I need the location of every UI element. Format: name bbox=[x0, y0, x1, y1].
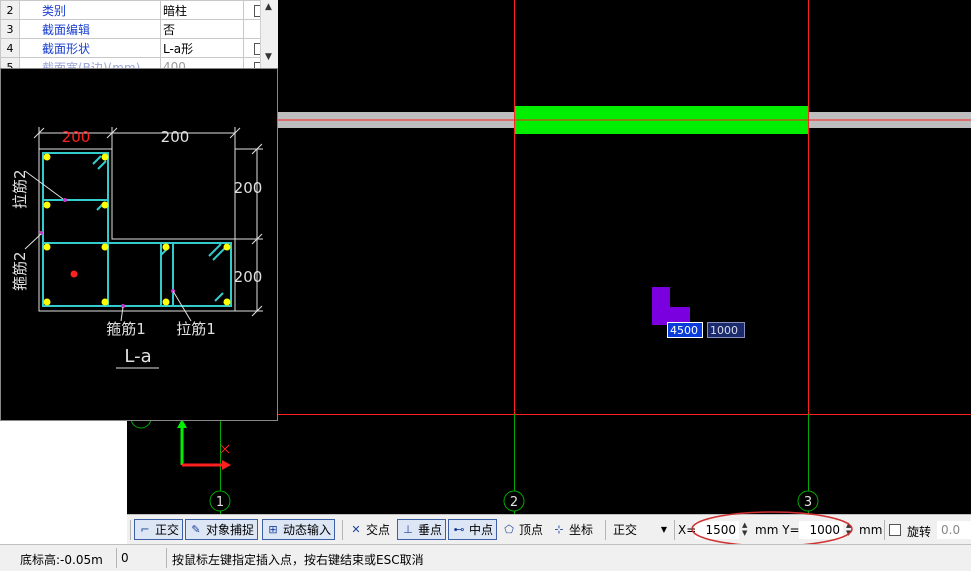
row-number: 5 bbox=[0, 57, 20, 68]
perpendicular-snap-button[interactable]: ⊥ 垂点 bbox=[397, 519, 447, 540]
x-label: X= bbox=[678, 523, 697, 537]
property-value[interactable]: 400 bbox=[160, 57, 244, 68]
intersection-snap-button[interactable]: ✕ 交点 bbox=[346, 519, 393, 540]
property-value[interactable]: 暗柱 bbox=[160, 0, 244, 20]
x-spinner[interactable]: ▲ ▼ bbox=[742, 521, 747, 537]
y-spinner[interactable]: ▲ ▼ bbox=[846, 521, 851, 537]
drawing-toolbar: ⌐ 正交 ✎ 对象捕捉 ⊞ 动态输入 ✕ 交点 ⊥ 垂点 ⊷ 中点 ⬠ 顶点 ⊹… bbox=[127, 514, 971, 544]
y-coordinate-input[interactable]: 1000 bbox=[799, 521, 843, 539]
dynamic-input-button[interactable]: ⊞ 动态输入 bbox=[262, 519, 336, 540]
axis-label-2: 2 bbox=[510, 495, 518, 510]
shape-name: L-a bbox=[124, 346, 151, 367]
x-coordinate-input[interactable]: 1500 bbox=[695, 521, 739, 539]
rotate-label: 旋转 bbox=[907, 525, 932, 539]
dynamic-input-y[interactable]: 1000 bbox=[707, 322, 745, 338]
dynamic-input-icon: ⊞ bbox=[268, 522, 278, 536]
ortho-icon: ⌐ bbox=[140, 522, 150, 536]
row-number: 2 bbox=[0, 0, 20, 20]
property-grid-scrollbar[interactable]: ▲ ▼ bbox=[260, 0, 278, 68]
unit-label: mm bbox=[859, 523, 883, 537]
status-value: 0 bbox=[121, 551, 129, 565]
section-drawing: 200 200 200 200 拉筋2 箍筋2 箍筋1 拉筋1 L-a bbox=[11, 127, 263, 369]
coordinate-icon: ⊹ bbox=[554, 522, 564, 536]
status-bar: 底标高:-0.05m 0 按鼠标左键指定插入点，按右键结束或ESC取消 bbox=[0, 544, 971, 571]
scroll-up-icon[interactable]: ▲ bbox=[265, 2, 272, 12]
row-number: 3 bbox=[0, 19, 20, 39]
label-stirrup-bottom: 箍筋1 bbox=[106, 320, 146, 338]
intersection-icon: ✕ bbox=[351, 522, 361, 536]
label-tie-bottom: 拉筋1 bbox=[176, 320, 216, 338]
midpoint-icon: ⊷ bbox=[453, 522, 465, 536]
property-name: 截面形状 bbox=[19, 38, 161, 58]
label-tie-left: 拉筋2 bbox=[11, 169, 29, 209]
dim-top-left: 200 bbox=[62, 128, 91, 146]
scroll-down-icon[interactable]: ▼ bbox=[265, 52, 272, 62]
axis-bubble-1: 1 bbox=[209, 490, 231, 512]
rotate-checkbox[interactable] bbox=[889, 524, 901, 536]
object-snap-button[interactable]: ✎ 对象捕捉 bbox=[185, 519, 259, 540]
section-outline bbox=[38, 148, 236, 312]
section-preview-panel: 200 200 200 200 拉筋2 箍筋2 箍筋1 拉筋1 L-a bbox=[0, 68, 278, 421]
property-row[interactable]: 3 截面编辑 否 bbox=[0, 19, 277, 39]
property-name: 类别 bbox=[19, 0, 161, 20]
label-stirrup-left: 箍筋2 bbox=[11, 251, 29, 291]
floor-elevation: 底标高:-0.05m bbox=[20, 553, 103, 567]
snap-icon: ✎ bbox=[191, 522, 201, 536]
property-value[interactable]: L-a形 bbox=[160, 38, 244, 58]
axis-label-1: 1 bbox=[216, 495, 224, 510]
property-name: 截面编辑 bbox=[19, 19, 161, 39]
property-table: 2 类别 暗柱 3 截面编辑 否 4 截面形状 L-a形 5 截面宽(B边)(m… bbox=[0, 0, 277, 68]
vertex-snap-button[interactable]: ⬠ 顶点 bbox=[499, 519, 546, 540]
dim-right-lower: 200 bbox=[234, 268, 263, 286]
vertex-icon: ⬠ bbox=[504, 522, 514, 536]
dynamic-input-x[interactable]: 4500 bbox=[667, 322, 703, 338]
property-row[interactable]: 2 类别 暗柱 bbox=[0, 0, 277, 20]
rotate-angle-input[interactable]: 0.0 bbox=[937, 521, 971, 539]
perpendicular-icon: ⊥ bbox=[403, 522, 413, 536]
property-name: 截面宽(B边)(mm) bbox=[19, 57, 161, 68]
dropdown-arrow-icon: ▼ bbox=[660, 525, 667, 534]
property-value[interactable]: 否 bbox=[160, 19, 244, 39]
axis-label-3: 3 bbox=[804, 495, 812, 510]
mode-select[interactable]: 正交 ▼ bbox=[610, 521, 670, 539]
property-row[interactable]: 4 截面形状 L-a形 bbox=[0, 38, 277, 58]
ortho-button[interactable]: ⌐ 正交 bbox=[134, 519, 184, 540]
property-grid: 2 类别 暗柱 3 截面编辑 否 4 截面形状 L-a形 5 截面宽(B边)(m… bbox=[0, 0, 278, 68]
axis-bubble-2: 2 bbox=[503, 490, 525, 512]
row-number: 4 bbox=[0, 38, 20, 58]
dim-right-upper: 200 bbox=[234, 179, 263, 197]
y-label: mm Y= bbox=[755, 523, 800, 537]
left-panel-blank bbox=[0, 421, 127, 544]
property-row[interactable]: 5 截面宽(B边)(mm) 400 bbox=[0, 57, 277, 68]
axis-bubble-3: 3 bbox=[797, 490, 819, 512]
coordinate-snap-button[interactable]: ⊹ 坐标 bbox=[549, 519, 596, 540]
dim-top-right: 200 bbox=[161, 128, 190, 146]
midpoint-snap-button[interactable]: ⊷ 中点 bbox=[448, 519, 498, 540]
status-hint: 按鼠标左键指定插入点，按右键结束或ESC取消 bbox=[172, 553, 424, 567]
